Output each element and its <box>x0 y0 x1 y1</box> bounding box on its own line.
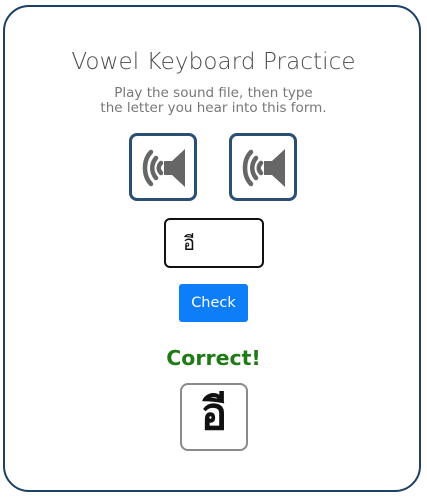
play-sound-button-2[interactable] <box>229 133 297 201</box>
page-title: Vowel Keyboard Practice <box>71 49 356 75</box>
answer-letter: อี <box>200 389 228 440</box>
instructions-line-2: the letter you hear into this form. <box>100 100 327 116</box>
instructions-line-1: Play the sound file, then type <box>114 85 313 101</box>
instructions: Play the sound file, then type the lette… <box>0 86 427 116</box>
check-button[interactable]: Check <box>179 284 248 322</box>
speaker-icon <box>242 149 285 187</box>
speaker-icon <box>142 149 185 187</box>
answer-letter-card: อี <box>180 383 248 451</box>
answer-input[interactable] <box>164 218 264 268</box>
play-sound-button-1[interactable] <box>129 133 197 201</box>
result-message: Correct! <box>166 346 261 370</box>
